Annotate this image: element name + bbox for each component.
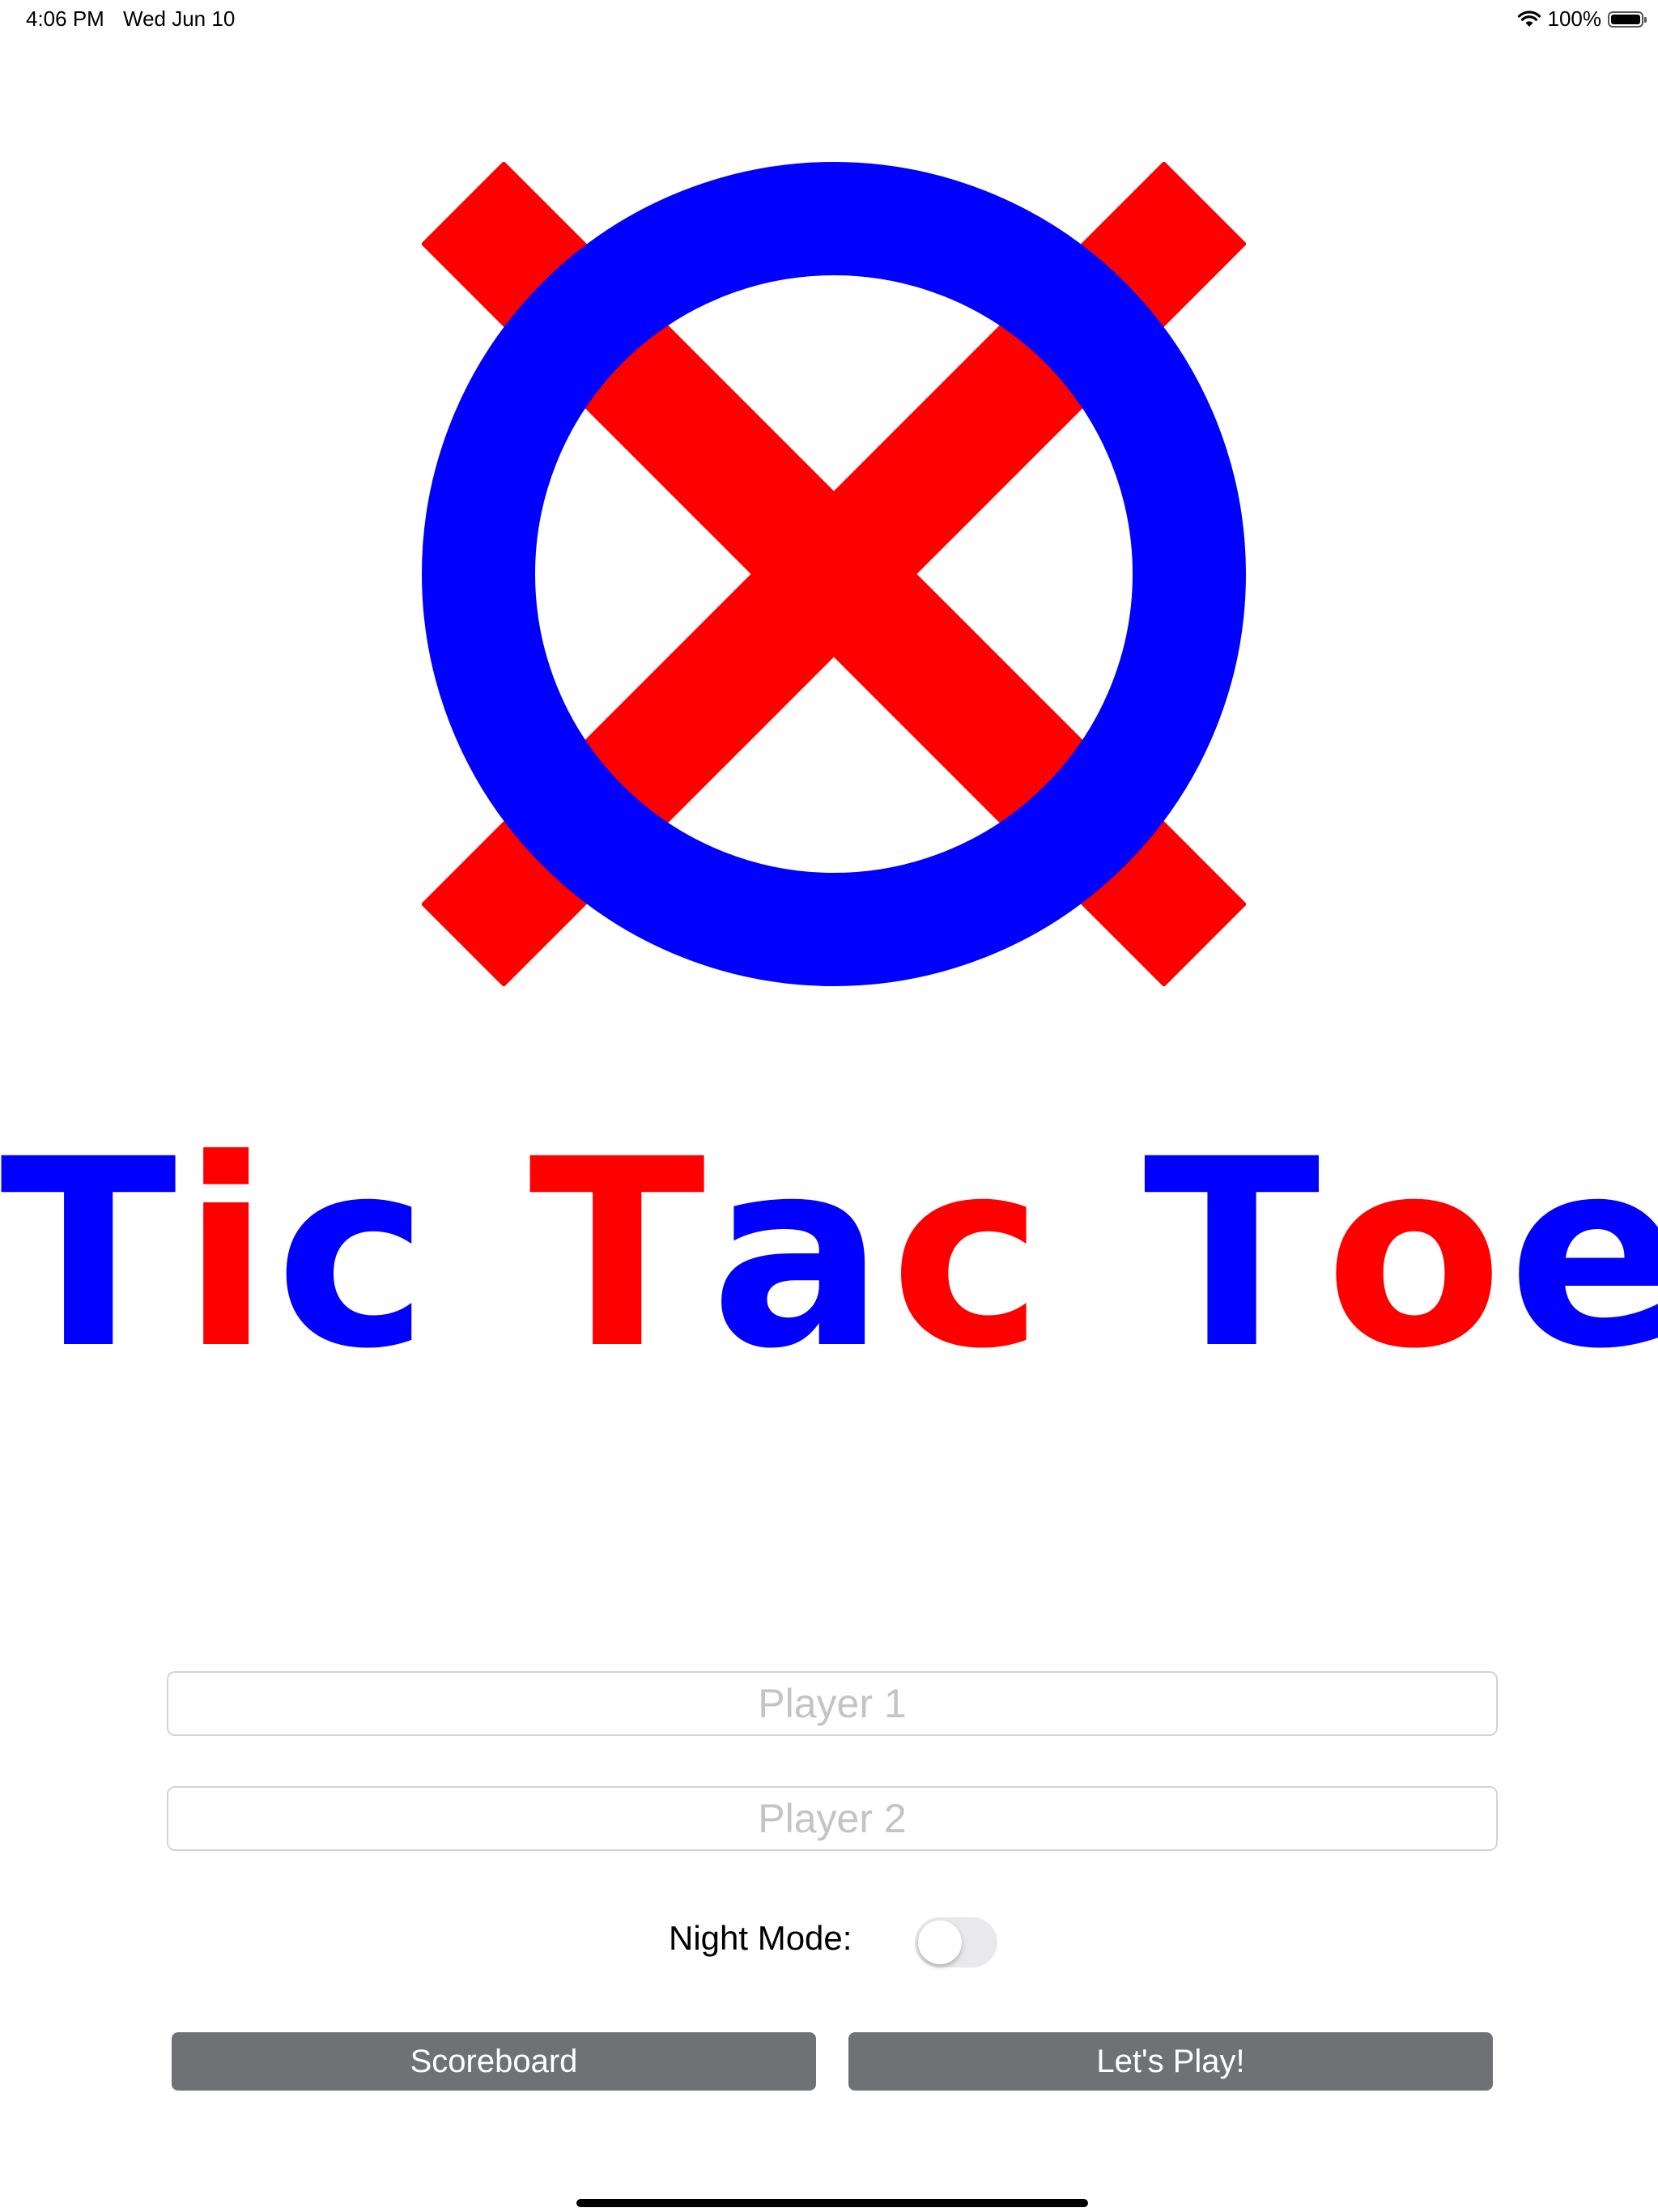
title-space <box>1048 1125 1143 1385</box>
title-letter: a <box>710 1104 891 1406</box>
wifi-icon <box>1517 10 1541 27</box>
battery-percent: 100% <box>1547 6 1602 31</box>
status-bar: 4:06 PM Wed Jun 10 100% <box>0 0 1658 39</box>
toggle-knob <box>918 1921 962 1964</box>
status-indicators: 100% <box>1517 6 1647 32</box>
title-letter: c <box>274 1104 434 1406</box>
home-indicator <box>576 2199 1088 2207</box>
title-letter: T <box>1143 1104 1325 1406</box>
status-time: 4:06 PM <box>26 6 104 31</box>
tic-tac-toe-logo-icon <box>422 162 1246 986</box>
battery-icon <box>1608 11 1647 28</box>
title-space <box>434 1125 529 1385</box>
player1-input[interactable] <box>167 1671 1498 1736</box>
title-letter: T <box>0 1104 182 1406</box>
status-date: Wed Jun 10 <box>123 6 236 31</box>
title-letter: T <box>529 1104 711 1406</box>
title-letter: e <box>1507 1104 1658 1406</box>
player2-input[interactable] <box>167 1786 1498 1851</box>
title-letter: c <box>890 1104 1048 1406</box>
night-mode-toggle[interactable] <box>915 1917 997 1967</box>
scoreboard-button[interactable]: Scoreboard <box>172 2032 816 2091</box>
app-title: Tic Tac Toe <box>0 1125 1658 1385</box>
night-mode-label: Night Mode: <box>669 1919 852 1957</box>
title-letter: i <box>181 1104 275 1406</box>
lets-play-button[interactable]: Let's Play! <box>848 2032 1493 2091</box>
title-letter: o <box>1324 1104 1508 1406</box>
